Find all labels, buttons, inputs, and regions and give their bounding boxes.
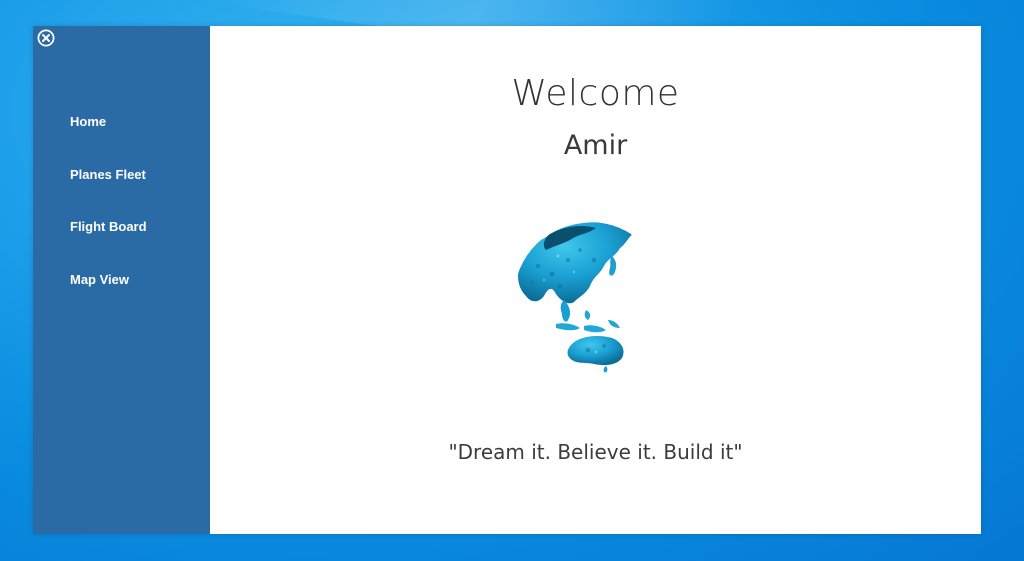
sidebar-item-flight-board[interactable]: Flight Board [70, 219, 147, 272]
nav-menu: Home Planes Fleet Flight Board Map View [70, 114, 147, 324]
sidebar-item-map-view[interactable]: Map View [70, 272, 147, 325]
close-icon[interactable] [37, 29, 55, 47]
sidebar-item-planes-fleet[interactable]: Planes Fleet [70, 167, 147, 220]
sidebar-item-label: Planes Fleet [70, 166, 146, 182]
sidebar: Home Planes Fleet Flight Board Map View [33, 26, 210, 534]
sidebar-item-label: Home [70, 114, 107, 129]
page-title: Welcome [511, 73, 680, 114]
sidebar-item-label: Flight Board [70, 219, 147, 234]
app-window: Home Planes Fleet Flight Board Map View … [33, 26, 981, 534]
main-content: Welcome Amir "Dream it. Believe it. Buil… [210, 26, 981, 534]
globe-icon [508, 216, 658, 376]
sidebar-item-label: Map View [70, 271, 130, 287]
motto-quote: "Dream it. Believe it. Build it" [448, 440, 743, 464]
user-name: Amir [563, 130, 628, 161]
sidebar-item-home[interactable]: Home [70, 114, 147, 167]
